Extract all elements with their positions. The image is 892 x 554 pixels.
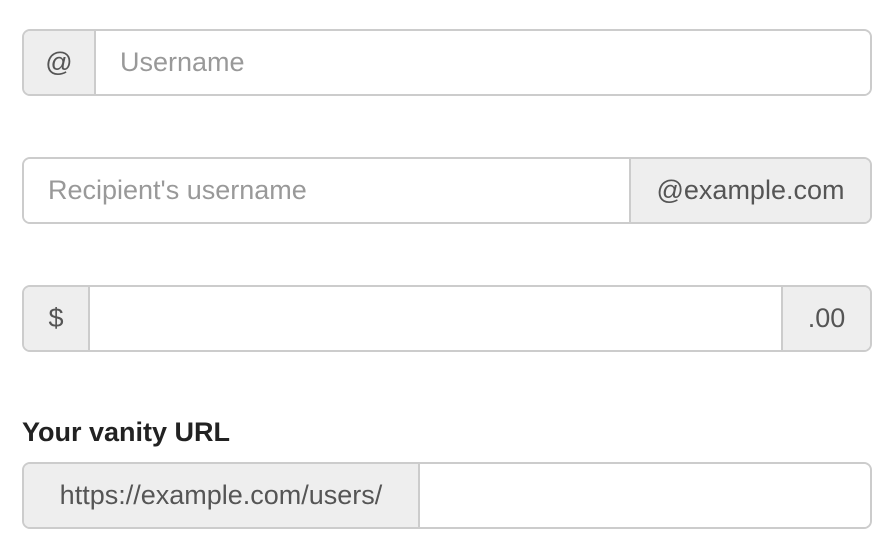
amount-input[interactable] [90, 287, 781, 350]
dollar-sign-addon: $ [24, 287, 90, 350]
vanity-url-input[interactable] [420, 464, 870, 527]
amount-input-group: $ .00 [22, 285, 872, 352]
base-url-addon: https://example.com/users/ [24, 464, 420, 527]
username-input-group: @ [22, 29, 872, 96]
recipient-input-group: @example.com [22, 157, 872, 224]
vanity-url-label: Your vanity URL [22, 417, 231, 447]
at-sign-addon: @ [24, 31, 96, 94]
email-domain-addon: @example.com [629, 159, 870, 222]
recipient-username-input[interactable] [24, 159, 629, 222]
cents-addon: .00 [781, 287, 870, 350]
vanity-url-input-group: https://example.com/users/ [22, 462, 872, 529]
username-input[interactable] [96, 31, 870, 94]
